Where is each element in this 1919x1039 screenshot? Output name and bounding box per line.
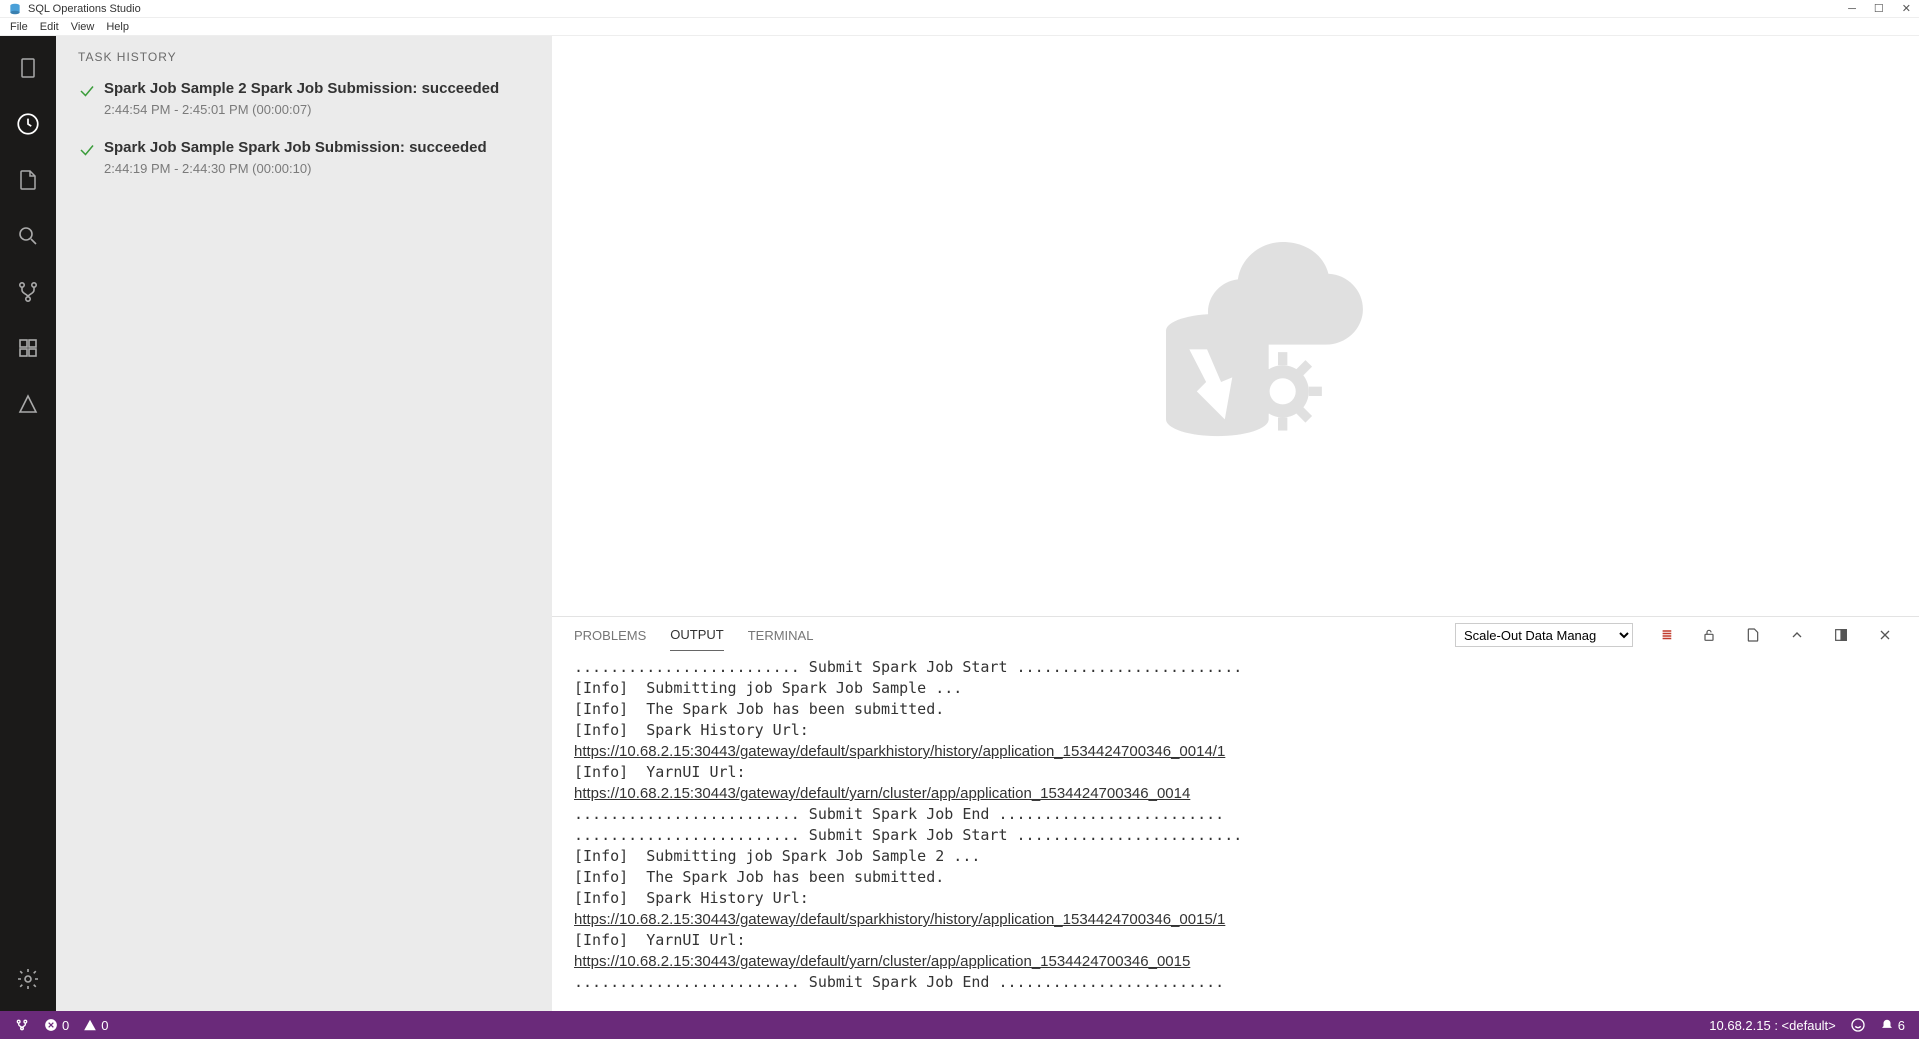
status-errors[interactable]: 0 <box>44 1018 69 1033</box>
status-notifications-count: 6 <box>1898 1018 1905 1033</box>
editor-area: PROBLEMS OUTPUT TERMINAL Scale-Out Data … <box>552 36 1919 1011</box>
output-link[interactable]: https://10.68.2.15:30443/gateway/default… <box>574 785 1190 802</box>
azure-icon[interactable] <box>14 390 42 418</box>
close-panel-icon[interactable] <box>1877 627 1897 643</box>
task-title: Spark Job Sample 2 Spark Job Submission:… <box>104 80 499 97</box>
output-link[interactable]: https://10.68.2.15:30443/gateway/default… <box>574 953 1190 970</box>
status-connection[interactable]: 10.68.2.15 : <default> <box>1709 1018 1836 1033</box>
task-time: 2:44:19 PM - 2:44:30 PM (00:00:10) <box>104 161 487 176</box>
status-errors-count: 0 <box>62 1018 69 1033</box>
open-log-icon[interactable] <box>1745 627 1765 643</box>
task-time: 2:44:54 PM - 2:45:01 PM (00:00:07) <box>104 102 499 117</box>
status-bar: 0 0 10.68.2.15 : <default> 6 <box>0 1011 1919 1039</box>
tab-output[interactable]: OUTPUT <box>670 619 723 651</box>
menu-file[interactable]: File <box>4 21 34 33</box>
status-remote-icon[interactable] <box>14 1017 30 1033</box>
task-title: Spark Job Sample Spark Job Submission: s… <box>104 139 487 156</box>
editor-empty-state <box>552 36 1919 616</box>
app-icon <box>8 2 22 16</box>
menu-bar: File Edit View Help <box>0 18 1919 36</box>
activity-bar <box>0 36 56 1011</box>
output-link[interactable]: https://10.68.2.15:30443/gateway/default… <box>574 911 1225 928</box>
tab-problems[interactable]: PROBLEMS <box>574 620 646 651</box>
success-check-icon <box>78 141 96 159</box>
task-item[interactable]: Spark Job Sample 2 Spark Job Submission:… <box>56 72 552 131</box>
output-channel-select[interactable]: Scale-Out Data Manag <box>1455 623 1633 647</box>
extensions-icon[interactable] <box>14 334 42 362</box>
settings-icon[interactable] <box>14 965 42 993</box>
output-content[interactable]: ......................... Submit Spark J… <box>552 653 1919 1011</box>
clear-output-icon[interactable]: ≣ <box>1657 627 1677 643</box>
file-icon[interactable] <box>14 166 42 194</box>
close-button[interactable]: ✕ <box>1902 2 1911 15</box>
database-cloud-icon <box>1096 186 1376 466</box>
success-check-icon <box>78 82 96 100</box>
menu-view[interactable]: View <box>65 21 101 33</box>
task-item[interactable]: Spark Job Sample Spark Job Submission: s… <box>56 131 552 190</box>
search-icon[interactable] <box>14 222 42 250</box>
status-warnings[interactable]: 0 <box>83 1018 108 1033</box>
status-notifications[interactable]: 6 <box>1880 1018 1905 1033</box>
lock-scroll-icon[interactable] <box>1701 627 1721 643</box>
title-bar: SQL Operations Studio ─ ☐ ✕ <box>0 0 1919 18</box>
tab-terminal[interactable]: TERMINAL <box>748 620 814 651</box>
task-history-sidebar: TASK HISTORY Spark Job Sample 2 Spark Jo… <box>56 36 552 1011</box>
servers-icon[interactable] <box>14 54 42 82</box>
bottom-panel: PROBLEMS OUTPUT TERMINAL Scale-Out Data … <box>552 616 1919 1011</box>
status-feedback-icon[interactable] <box>1850 1017 1866 1033</box>
menu-edit[interactable]: Edit <box>34 21 65 33</box>
output-link[interactable]: https://10.68.2.15:30443/gateway/default… <box>574 743 1225 760</box>
maximize-panel-icon[interactable] <box>1833 627 1853 643</box>
panel-tabs: PROBLEMS OUTPUT TERMINAL Scale-Out Data … <box>552 617 1919 653</box>
collapse-panel-icon[interactable] <box>1789 627 1809 643</box>
sidebar-title: TASK HISTORY <box>56 36 552 72</box>
app-title: SQL Operations Studio <box>28 3 141 15</box>
menu-help[interactable]: Help <box>100 21 135 33</box>
status-warnings-count: 0 <box>101 1018 108 1033</box>
minimize-button[interactable]: ─ <box>1848 3 1856 15</box>
task-history-icon[interactable] <box>14 110 42 138</box>
maximize-button[interactable]: ☐ <box>1874 2 1884 15</box>
source-control-icon[interactable] <box>14 278 42 306</box>
